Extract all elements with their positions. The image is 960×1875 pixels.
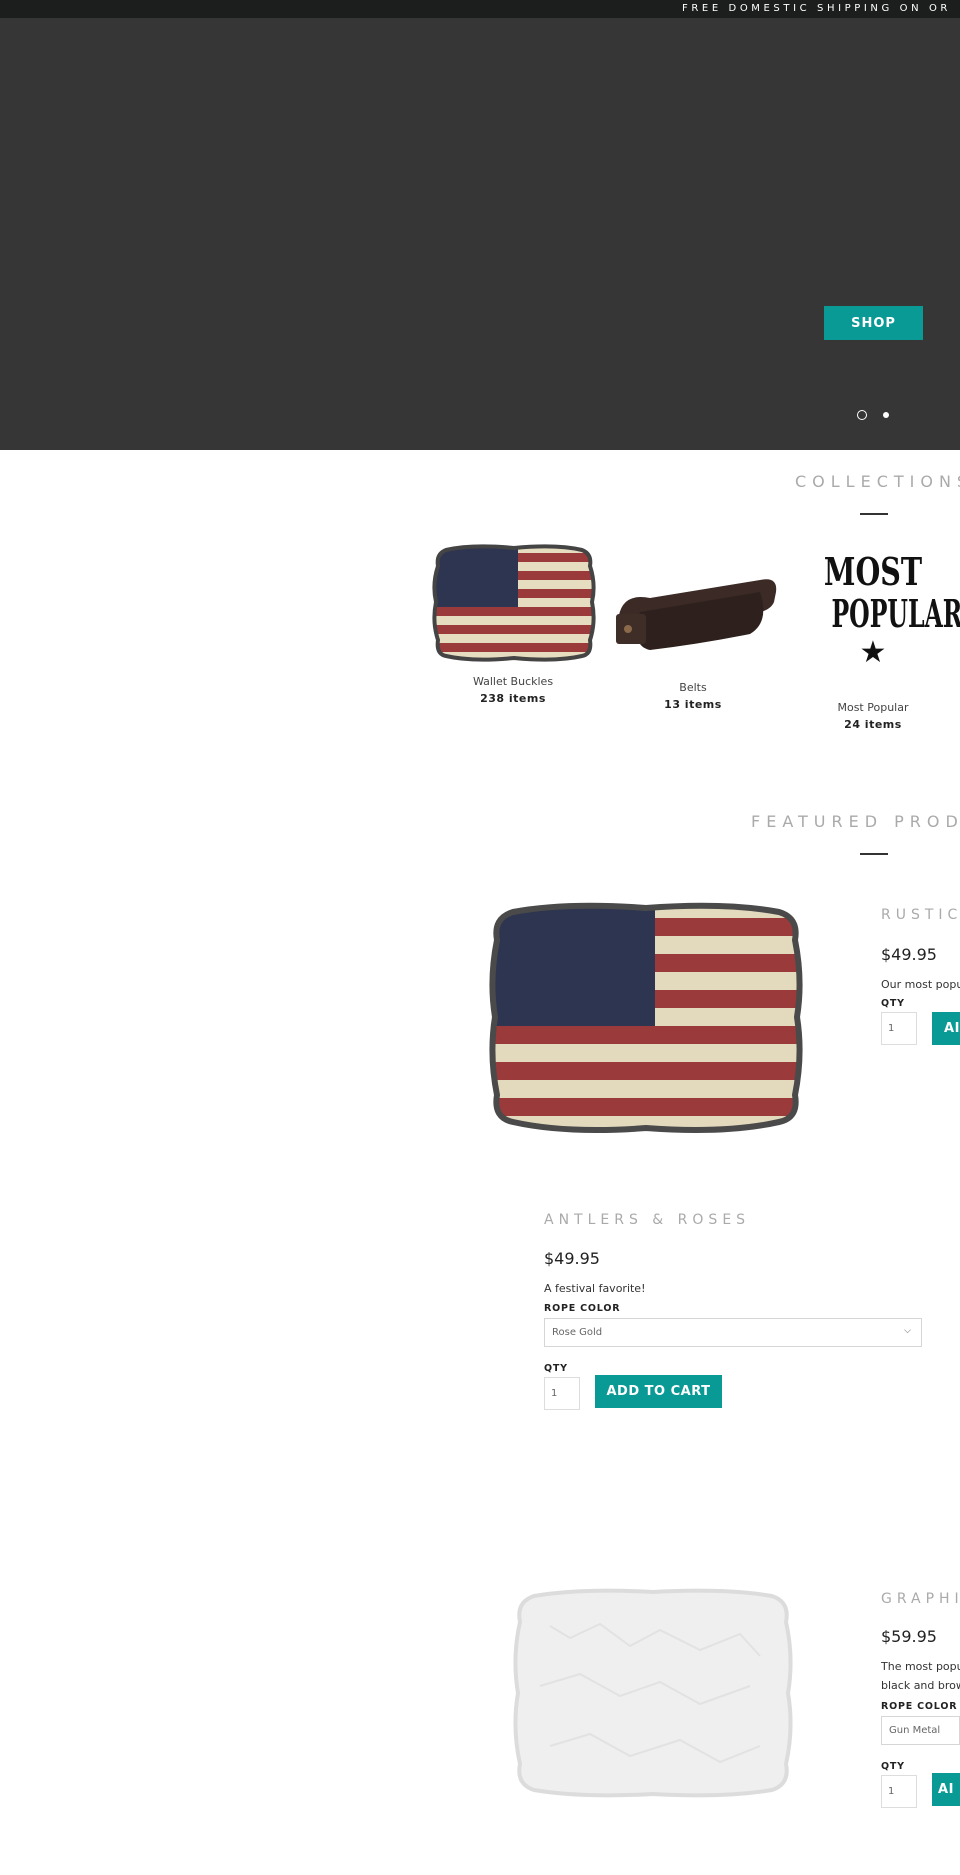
qty-input[interactable]: 1 [881, 1012, 917, 1045]
qty-input[interactable]: 1 [881, 1775, 917, 1808]
qty-input[interactable]: 1 [544, 1377, 580, 1410]
collection-name: Belts [679, 681, 707, 694]
option-label: ROPE COLOR [881, 1701, 958, 1712]
rope-color-select[interactable]: Rose Gold ⌵ [544, 1318, 922, 1347]
select-value: Gun Metal [889, 1725, 941, 1736]
star-icon: ★ [859, 635, 887, 670]
slide-dot-1[interactable] [857, 410, 867, 420]
product-price: $49.95 [544, 1249, 600, 1268]
product-title-antlers-roses[interactable]: ANTLERS & ROSES [544, 1212, 750, 1228]
chevron-down-icon: ⌵ [904, 1326, 911, 1336]
most-popular-image-text: POPULAR [831, 591, 960, 636]
product-title-graphite[interactable]: GRAPHI [881, 1591, 960, 1607]
slide-dot-2[interactable] [883, 412, 889, 418]
collection-wallet-buckles[interactable]: Wallet Buckles 238 items [433, 675, 593, 705]
collection-image-wallet-buckles[interactable] [432, 544, 596, 662]
collection-name: Wallet Buckles [472, 675, 554, 688]
product-price: $49.95 [881, 945, 937, 964]
announcement-text: FREE DOMESTIC SHIPPING ON OR [682, 3, 951, 14]
qty-label: QTY [544, 1363, 568, 1374]
product-price: $59.95 [881, 1627, 937, 1646]
collection-count: 24 items [844, 718, 902, 731]
product-description: A festival favorite! [544, 1282, 646, 1295]
collection-count: 238 items [480, 692, 546, 705]
collection-image-most-popular[interactable]: MOST POPULAR ★ [806, 549, 960, 692]
collection-count: 13 items [664, 698, 722, 711]
announcement-bar: FREE DOMESTIC SHIPPING ON OR [0, 0, 960, 18]
hero-slideshow: SHOP [0, 18, 960, 450]
collection-most-popular[interactable]: Most Popular 24 items [793, 701, 953, 731]
featured-products-title: FEATURED PRODUC [751, 812, 960, 831]
add-to-cart-button[interactable]: ADD TO CART [595, 1375, 722, 1408]
collections-title: COLLECTIONS [795, 472, 960, 491]
product-image-rustic[interactable] [487, 900, 805, 1135]
option-label: ROPE COLOR [544, 1303, 621, 1314]
collection-image-belts[interactable] [610, 562, 780, 657]
collection-name: Most Popular [837, 701, 909, 714]
product-description-line: black and brow [881, 1679, 960, 1692]
product-description-line: The most popu [881, 1660, 960, 1673]
add-to-cart-button[interactable]: AI [932, 1012, 960, 1045]
product-image-graphite[interactable] [510, 1586, 796, 1800]
collections-divider [860, 513, 888, 515]
featured-divider [860, 853, 888, 855]
product-description: Our most popu [881, 978, 960, 991]
select-value: Rose Gold [552, 1327, 603, 1338]
product-title-rustic[interactable]: RUSTIC [881, 907, 960, 923]
most-popular-image-text: MOST [823, 549, 923, 594]
rope-color-select[interactable]: Gun Metal [881, 1716, 960, 1745]
shop-button[interactable]: SHOP [824, 306, 923, 340]
qty-label: QTY [881, 1761, 905, 1772]
qty-label: QTY [881, 998, 905, 1009]
collection-belts[interactable]: Belts 13 items [613, 681, 773, 711]
add-to-cart-button[interactable]: AI [932, 1773, 960, 1806]
